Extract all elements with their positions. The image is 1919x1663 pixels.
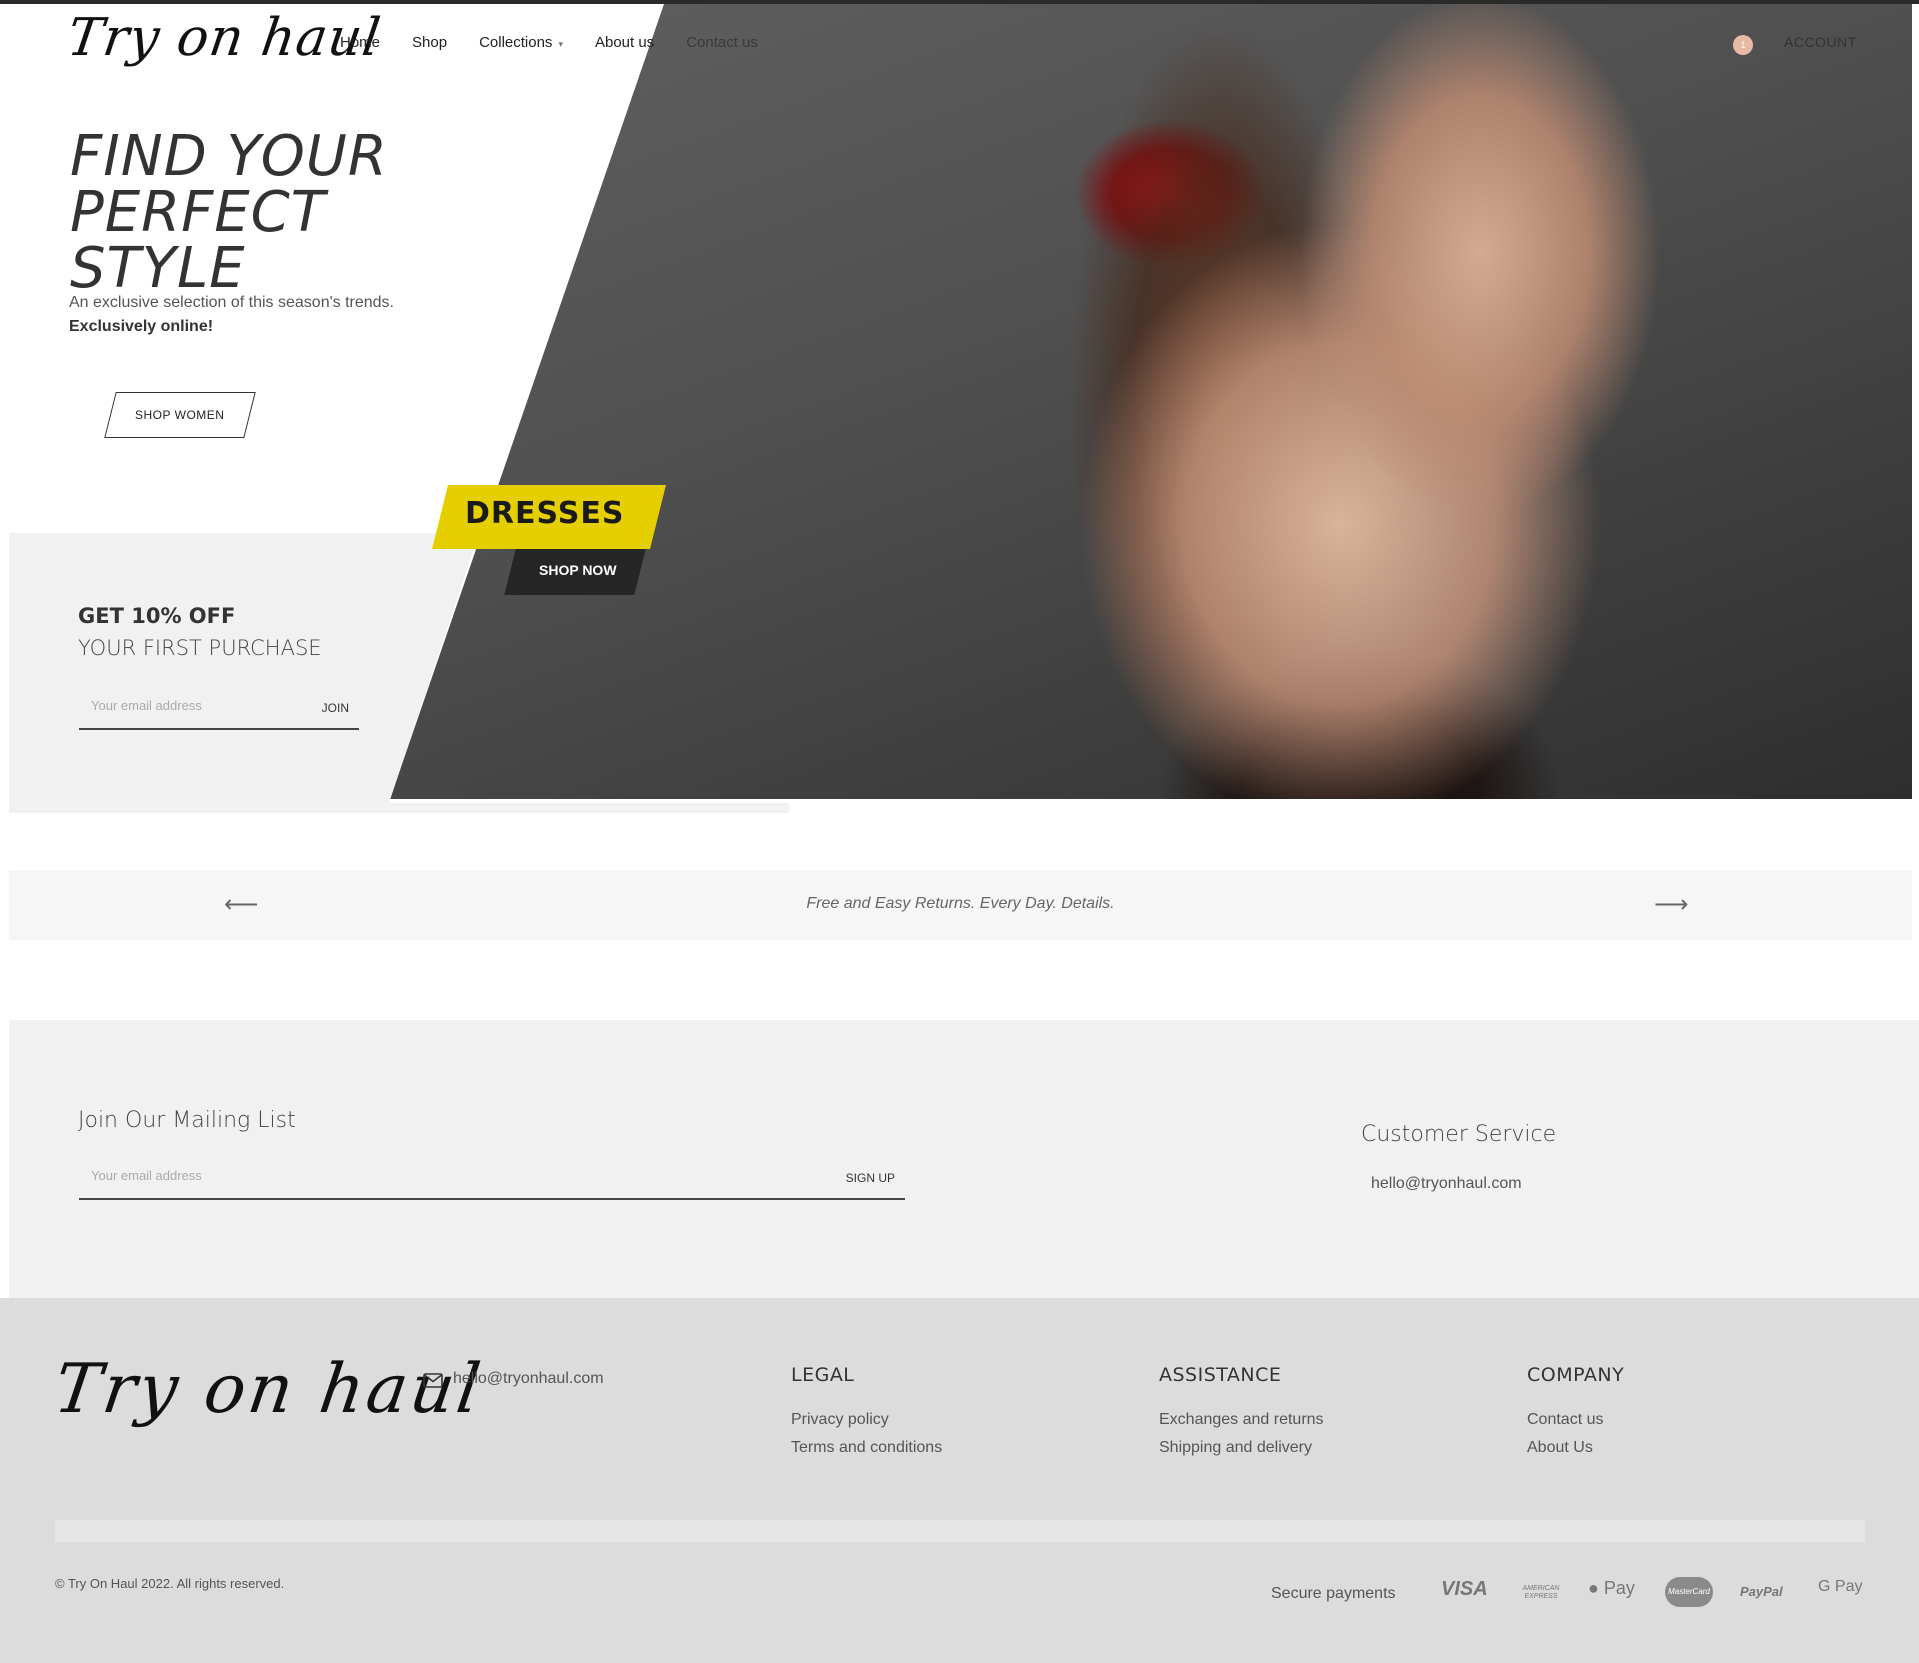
shop-now-label[interactable]: SHOP NOW bbox=[539, 562, 617, 578]
announcement-message[interactable]: Free and Easy Returns. Every Day. Detail… bbox=[9, 895, 1912, 913]
nav-collections-label: Collections bbox=[479, 34, 553, 51]
main-nav: Home Shop Collections ▾ About us Contact … bbox=[340, 34, 758, 51]
apple-pay-label: Pay bbox=[1603, 1578, 1635, 1598]
footer-company-title: COMPANY bbox=[1527, 1364, 1625, 1386]
nav-about[interactable]: About us bbox=[595, 34, 654, 51]
footer-email-link[interactable]: hello@tryonhaul.com bbox=[453, 1370, 604, 1388]
about-link[interactable]: About Us bbox=[1527, 1434, 1624, 1462]
promo-headline: GET 10% OFF bbox=[78, 604, 236, 628]
announcement-bar: ⟵ Free and Easy Returns. Every Day. Deta… bbox=[9, 870, 1912, 940]
shop-women-button[interactable]: SHOP WOMEN bbox=[104, 392, 256, 438]
mailing-section: Join Our Mailing List SIGN UP Customer S… bbox=[9, 1020, 1919, 1298]
footer-divider bbox=[55, 1520, 1865, 1542]
hero-subtitle-bold: Exclusively online! bbox=[69, 318, 214, 335]
nav-shop[interactable]: Shop bbox=[412, 34, 447, 51]
customer-service-email[interactable]: hello@tryonhaul.com bbox=[1371, 1175, 1522, 1193]
shop-women-label: SHOP WOMEN bbox=[135, 408, 225, 422]
visa-icon: VISA bbox=[1441, 1578, 1488, 1600]
secure-payments-label: Secure payments bbox=[1271, 1585, 1396, 1602]
footer-legal-title: LEGAL bbox=[791, 1364, 855, 1386]
mailing-email-input[interactable] bbox=[91, 1168, 691, 1183]
arrow-right-icon[interactable]: ⟶ bbox=[1654, 890, 1688, 918]
chevron-down-icon: ▾ bbox=[558, 39, 563, 49]
footer-legal-column: LEGAL Privacy policy Terms and condition… bbox=[791, 1364, 942, 1462]
google-pay-icon: G Pay bbox=[1818, 1578, 1863, 1595]
mastercard-icon: MasterCard bbox=[1665, 1577, 1713, 1607]
site-logo[interactable]: Try on haul bbox=[64, 8, 385, 68]
cart-count-badge[interactable]: 1 bbox=[1733, 35, 1753, 55]
promo-subline: YOUR FIRST PURCHASE bbox=[78, 636, 322, 660]
hero-title-line2: STYLE bbox=[70, 236, 246, 301]
amex-icon: AMERICAN EXPRESS bbox=[1522, 1585, 1560, 1600]
terms-link[interactable]: Terms and conditions bbox=[791, 1434, 942, 1462]
promo-email-input[interactable] bbox=[91, 698, 291, 713]
customer-service-title: Customer Service bbox=[1361, 1122, 1557, 1147]
hero-photo bbox=[390, 4, 1912, 799]
account-link[interactable]: ACCOUNT bbox=[1784, 34, 1857, 50]
exchanges-link[interactable]: Exchanges and returns bbox=[1159, 1406, 1324, 1434]
mailing-email-form: SIGN UP bbox=[79, 1158, 905, 1200]
footer-assistance-column: ASSISTANCE Exchanges and returns Shippin… bbox=[1159, 1364, 1324, 1462]
footer-logo[interactable]: Try on haul bbox=[49, 1350, 487, 1429]
nav-home[interactable]: Home bbox=[340, 34, 380, 51]
apple-logo-icon: ● bbox=[1588, 1578, 1599, 1598]
hero-section: Try on haul Home Shop Collections ▾ About… bbox=[0, 4, 1919, 813]
mailing-title: Join Our Mailing List bbox=[78, 1108, 296, 1133]
hero-subtitle: An exclusive selection of this season's … bbox=[69, 294, 394, 311]
hero-title: FIND YOUR PERFECT STYLE bbox=[70, 129, 590, 297]
contact-link[interactable]: Contact us bbox=[1527, 1406, 1624, 1434]
nav-contact[interactable]: Contact us bbox=[686, 34, 758, 51]
footer-company-column: COMPANY Contact us About Us bbox=[1527, 1364, 1624, 1462]
mail-icon bbox=[423, 1373, 443, 1388]
site-footer: Try on haul hello@tryonhaul.com LEGAL Pr… bbox=[0, 1298, 1919, 1663]
join-button[interactable]: JOIN bbox=[322, 701, 349, 715]
footer-assistance-title: ASSISTANCE bbox=[1159, 1364, 1282, 1386]
shipping-link[interactable]: Shipping and delivery bbox=[1159, 1434, 1324, 1462]
apple-pay-icon: ● Pay bbox=[1588, 1578, 1635, 1599]
hero-title-line1: FIND YOUR PERFECT bbox=[70, 124, 388, 245]
privacy-policy-link[interactable]: Privacy policy bbox=[791, 1406, 942, 1434]
nav-collections[interactable]: Collections ▾ bbox=[479, 34, 563, 51]
copyright-text: © Try On Haul 2022. All rights reserved. bbox=[55, 1576, 285, 1591]
dresses-label[interactable]: DRESSES bbox=[465, 496, 624, 531]
paypal-icon: PayPal bbox=[1740, 1584, 1783, 1599]
promo-email-form: JOIN bbox=[79, 690, 359, 730]
sign-up-button[interactable]: SIGN UP bbox=[846, 1171, 895, 1185]
